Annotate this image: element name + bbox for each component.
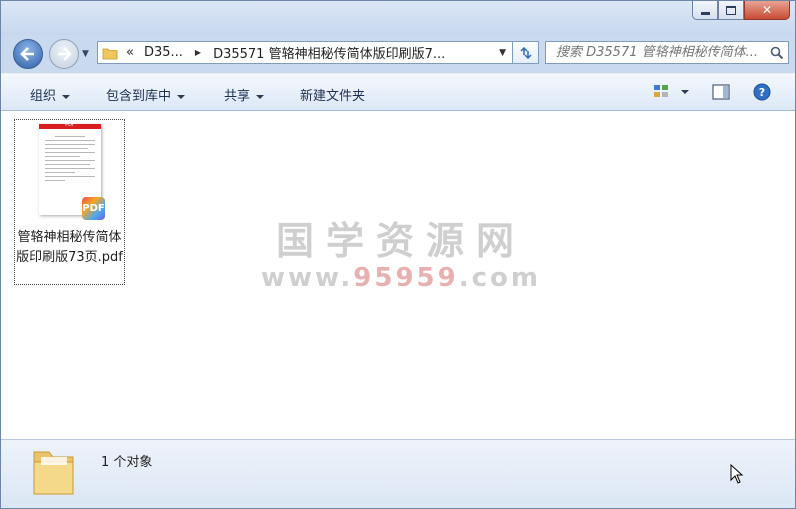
title-bar[interactable]: ✕ <box>1 1 795 35</box>
navigation-bar: ▼ « D35... ▶ D35571 管辂神相秘传简体版印刷版7... ▼ <box>1 35 795 73</box>
new-folder-button[interactable]: 新建文件夹 <box>300 85 365 104</box>
refresh-button[interactable] <box>513 41 539 64</box>
include-library-label: 包含到库中 <box>106 89 172 104</box>
forward-button[interactable] <box>49 39 79 69</box>
close-button[interactable]: ✕ <box>744 1 790 20</box>
item-count: 1 个对象 <box>101 455 153 470</box>
maximize-button[interactable] <box>718 1 744 20</box>
command-bar: 组织 包含到库中 共享 新建文件夹 ? <box>1 73 795 111</box>
details-pane: 1 个对象 <box>1 439 795 508</box>
folder-icon <box>102 48 118 59</box>
file-item[interactable]: PDF PDF 管辂神相秘传简体版印刷版73页.pdf <box>14 119 125 285</box>
back-button[interactable] <box>13 39 43 69</box>
mouse-cursor <box>730 464 744 484</box>
minimize-button[interactable] <box>692 1 718 20</box>
maximize-icon <box>726 5 736 15</box>
help-button[interactable]: ? <box>753 83 771 105</box>
views-icon <box>654 85 668 97</box>
watermark-url-number: 95959 <box>353 263 459 293</box>
back-icon <box>20 47 34 61</box>
refresh-icon <box>519 46 532 59</box>
organize-label: 组织 <box>30 89 57 104</box>
watermark-url: www.95959.com <box>261 263 541 293</box>
close-icon: ✕ <box>761 3 773 17</box>
recent-pages-dropdown[interactable]: ▼ <box>82 49 89 59</box>
search-input[interactable] <box>554 44 768 61</box>
file-name: 管辂神相秘传简体版印刷版73页.pdf <box>16 230 123 265</box>
address-dropdown-icon[interactable]: ▼ <box>499 48 506 58</box>
chevron-down-icon <box>681 89 689 94</box>
preview-pane-icon <box>712 84 730 100</box>
chevron-down-icon <box>256 94 265 99</box>
minimize-icon <box>700 11 710 15</box>
watermark-title: 国学资源网 <box>275 219 526 263</box>
chevron-down-icon <box>177 94 186 99</box>
caption-buttons: ✕ <box>692 1 790 20</box>
breadcrumb-separator-icon: ▶ <box>194 48 202 57</box>
pdf-app-badge: PDF <box>82 197 105 220</box>
breadcrumb-parent[interactable]: D35... <box>144 45 183 60</box>
folder-icon <box>33 451 74 495</box>
pdf-thumb-text <box>45 136 95 184</box>
preview-pane-button[interactable] <box>712 84 730 104</box>
organize-menu[interactable]: 组织 <box>30 85 71 104</box>
share-label: 共享 <box>224 89 251 104</box>
search-box[interactable] <box>545 41 789 64</box>
forward-icon <box>58 47 72 61</box>
watermark-url-suffix: .com <box>458 263 541 293</box>
watermark: 国学资源网 www.95959.com <box>261 219 541 293</box>
explorer-window: ✕ ▼ « D35... ▶ D35571 管辂神相秘传简体版印刷版7... ▼… <box>0 0 796 509</box>
search-icon[interactable] <box>770 46 784 60</box>
breadcrumb-current[interactable]: D35571 管辂神相秘传简体版印刷版7... <box>213 43 445 62</box>
more-views-dropdown[interactable] <box>681 84 689 99</box>
address-bar[interactable]: « D35... ▶ D35571 管辂神相秘传简体版印刷版7... ▼ <box>97 41 513 64</box>
change-view-button[interactable] <box>653 84 669 102</box>
help-icon: ? <box>753 83 771 101</box>
chevron-down-icon <box>62 94 71 99</box>
file-list-pane[interactable]: PDF PDF 管辂神相秘传简体版印刷版73页.pdf 国学资源网 www.95… <box>1 111 795 439</box>
svg-text:?: ? <box>759 86 765 99</box>
watermark-url-prefix: www. <box>261 263 354 293</box>
address-overflow-chevron[interactable]: « <box>126 45 134 60</box>
share-menu[interactable]: 共享 <box>224 85 265 104</box>
pdf-thumb-header: PDF <box>65 122 75 128</box>
include-in-library-menu[interactable]: 包含到库中 <box>106 85 186 104</box>
